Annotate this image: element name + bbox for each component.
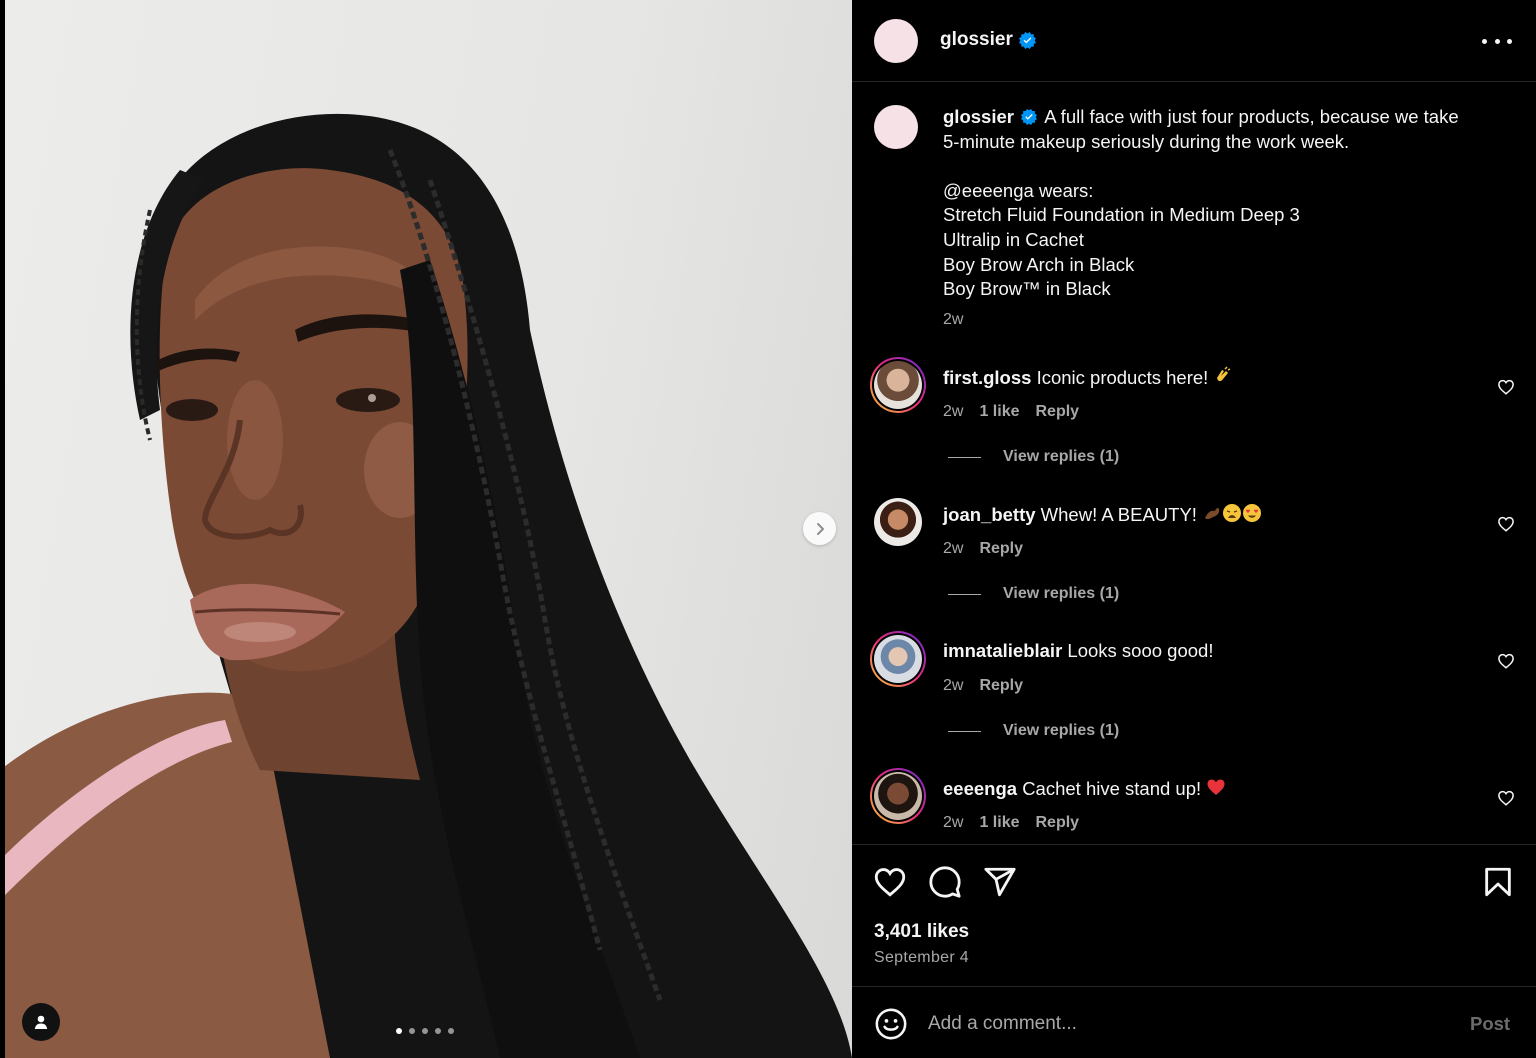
caption-product: Stretch Fluid Foundation in Medium Deep …: [943, 204, 1300, 226]
view-replies-label: View replies (1): [1003, 722, 1120, 739]
red-heart-emoji-icon: [1206, 777, 1226, 802]
clapping-hands-emoji-icon: [1213, 366, 1233, 391]
comment-timestamp[interactable]: 2w: [943, 677, 963, 695]
caption-timestamp[interactable]: 2w: [943, 308, 1503, 333]
post-header: glossier: [852, 0, 1536, 82]
caption-author-avatar[interactable]: [874, 105, 918, 149]
caption-text: A full face with just four products, bec…: [1044, 106, 1459, 127]
weary-face-emoji-icon: [1222, 503, 1242, 528]
comment-timestamp[interactable]: 2w: [943, 403, 963, 421]
carousel-dot: [448, 1028, 454, 1034]
more-dot-icon: [1482, 38, 1487, 44]
verified-badge-icon: [1018, 31, 1036, 49]
comment-timestamp[interactable]: 2w: [943, 814, 963, 832]
comment-username[interactable]: first.gloss: [943, 367, 1031, 388]
comment-text-row: joan_betty Whew! A BEAUTY!: [943, 503, 1262, 528]
comment-text-row: first.gloss Iconic products here!: [943, 366, 1233, 391]
comment-bubble-icon[interactable]: [928, 865, 962, 899]
comment-composer: Post: [852, 986, 1536, 1058]
view-replies-button[interactable]: View replies (1): [948, 722, 1119, 740]
comment-item: imnatalieblair Looks sooo good! 2w Reply: [870, 631, 1515, 725]
post-detail-panel: glossier glossier A full face with just …: [852, 0, 1536, 1058]
commenter-avatar[interactable]: [870, 768, 926, 824]
view-replies-button[interactable]: View replies (1): [948, 585, 1119, 603]
person-icon: [34, 1015, 48, 1029]
comment-meta: 2w Reply: [943, 677, 1023, 695]
comment-like-heart-icon[interactable]: [1497, 652, 1515, 670]
heart-eyes-emoji-icon: [1242, 503, 1262, 528]
author-username[interactable]: glossier: [940, 29, 1013, 51]
view-replies-label: View replies (1): [1003, 585, 1120, 602]
replies-divider: [948, 593, 981, 595]
comment-item: first.gloss Iconic products here! 2w 1 l…: [870, 357, 1515, 451]
tagged-user-button[interactable]: [22, 1003, 60, 1041]
comment-like-heart-icon[interactable]: [1497, 789, 1515, 807]
author-avatar[interactable]: [874, 19, 918, 63]
comment-body: Iconic products here!: [1036, 367, 1209, 388]
caption-mention: @eeeenga wears:: [943, 179, 1094, 201]
comment-body: Cachet hive stand up!: [1022, 778, 1202, 799]
comment-like-count[interactable]: 1 like: [979, 814, 1019, 832]
caption-product: Ultralip in Cachet: [943, 228, 1084, 250]
author-username-link[interactable]: glossier: [940, 29, 1036, 51]
comment-timestamp[interactable]: 2w: [943, 540, 963, 558]
carousel-dot: [409, 1028, 415, 1034]
comments-section[interactable]: glossier A full face with just four prod…: [852, 83, 1536, 843]
carousel-dot-active: [396, 1028, 402, 1034]
replies-divider: [948, 456, 981, 458]
flexed-biceps-emoji-icon: [1202, 503, 1222, 528]
add-comment-input[interactable]: [928, 1007, 1448, 1041]
commenter-avatar[interactable]: [874, 498, 922, 546]
comment-like-heart-icon[interactable]: [1497, 378, 1515, 396]
comment-text-row: eeeenga Cachet hive stand up!: [943, 777, 1226, 802]
commenter-avatar[interactable]: [870, 631, 926, 687]
verified-badge-icon: [1021, 109, 1038, 125]
comment-meta: 2w 1 like Reply: [943, 403, 1079, 421]
comment-like-heart-icon[interactable]: [1497, 515, 1515, 533]
post-date[interactable]: September 4: [874, 949, 969, 967]
comment-item: joan_betty Whew! A BEAUTY! 2w Reply: [874, 498, 1514, 588]
caption-text: 5-minute makeup seriously during the wor…: [943, 130, 1350, 152]
post-actions: 3,401 likes September 4: [852, 844, 1536, 986]
comment-like-count[interactable]: 1 like: [979, 403, 1019, 421]
comment-username[interactable]: eeeenga: [943, 778, 1017, 799]
comment-reply-button[interactable]: Reply: [979, 540, 1023, 558]
caption-first-line: glossier A full face with just four prod…: [943, 105, 1503, 130]
comment-reply-button[interactable]: Reply: [1035, 814, 1079, 832]
comment-body: Looks sooo good!: [1067, 640, 1214, 661]
post-media[interactable]: [0, 0, 852, 1058]
more-dot-icon: [1494, 38, 1500, 44]
replies-divider: [948, 730, 981, 732]
comment-username[interactable]: imnatalieblair: [943, 640, 1062, 661]
more-dot-icon: [1507, 38, 1512, 44]
caption-product: Boy Brow™ in Black: [943, 278, 1111, 300]
comment-reply-button[interactable]: Reply: [979, 677, 1023, 695]
post-comment-button[interactable]: Post: [1470, 1013, 1510, 1035]
post-photo: [0, 113, 852, 1058]
paper-plane-icon[interactable]: [983, 865, 1017, 899]
media-edge: [0, 0, 5, 1058]
comment-reply-button[interactable]: Reply: [1035, 403, 1079, 421]
caption-product: Boy Brow Arch in Black: [943, 253, 1135, 275]
chevron-right-icon: [816, 522, 824, 535]
comment-username[interactable]: joan_betty: [943, 504, 1036, 525]
view-replies-label: View replies (1): [1003, 448, 1120, 465]
carousel-dot: [435, 1028, 441, 1034]
heart-icon[interactable]: [873, 865, 907, 899]
smiley-icon[interactable]: [874, 1007, 908, 1041]
like-count[interactable]: 3,401 likes: [874, 921, 969, 943]
next-slide-button[interactable]: [803, 512, 836, 545]
more-options-button[interactable]: [1482, 30, 1512, 52]
comment-body: Whew! A BEAUTY!: [1040, 504, 1197, 525]
comment-meta: 2w Reply: [943, 540, 1023, 558]
bookmark-icon[interactable]: [1481, 865, 1515, 899]
comment-meta: 2w 1 like Reply: [943, 814, 1079, 832]
comment-text-row: imnatalieblair Looks sooo good!: [943, 640, 1213, 662]
view-replies-button[interactable]: View replies (1): [948, 448, 1119, 466]
carousel-indicator: [396, 1028, 454, 1034]
commenter-avatar[interactable]: [870, 357, 926, 413]
carousel-dot: [422, 1028, 428, 1034]
caption-author-username[interactable]: glossier: [943, 106, 1014, 127]
